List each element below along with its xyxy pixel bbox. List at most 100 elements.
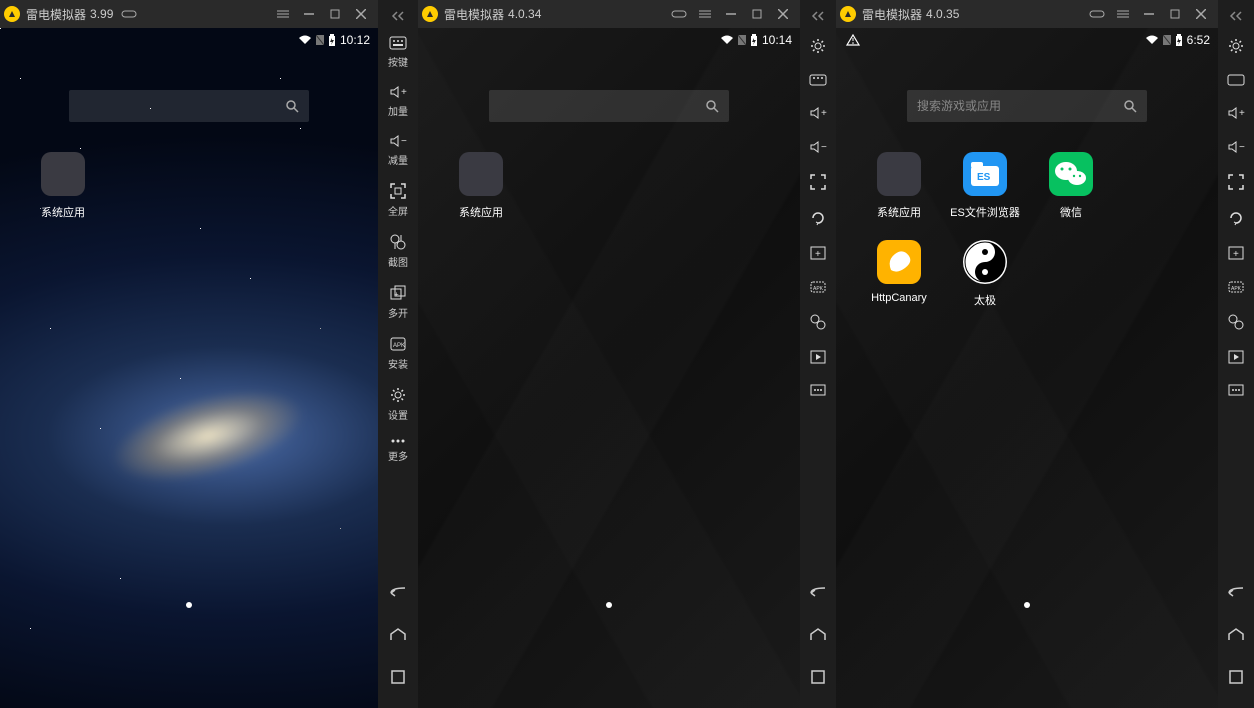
toolbar-sidebar: 按键 +加量 −减量 全屏 截图 +多开 APK安装 设置 更多 bbox=[378, 0, 418, 708]
sysapp-icon bbox=[877, 152, 921, 196]
nav-home-icon[interactable] bbox=[800, 614, 836, 656]
svg-text:−: − bbox=[1239, 142, 1245, 153]
side-screenshot[interactable]: 截图 bbox=[378, 226, 418, 277]
side-play[interactable] bbox=[1218, 340, 1254, 374]
search-icon[interactable] bbox=[285, 99, 299, 113]
nav-recent-icon[interactable] bbox=[378, 656, 418, 698]
toolbar-sidebar: + − + APK bbox=[1218, 0, 1254, 708]
side-more[interactable]: 更多 bbox=[378, 430, 418, 471]
side-settings[interactable] bbox=[1218, 28, 1254, 64]
search-input[interactable] bbox=[917, 99, 1123, 113]
side-volup[interactable]: +加量 bbox=[378, 77, 418, 126]
gamepad-icon[interactable] bbox=[666, 4, 692, 24]
battery-icon bbox=[750, 34, 758, 46]
side-keys[interactable] bbox=[1218, 64, 1254, 96]
sysapp-icon bbox=[459, 152, 503, 196]
collapse-icon[interactable] bbox=[800, 4, 836, 28]
side-install[interactable]: APK安装 bbox=[378, 328, 418, 379]
nav-back-icon[interactable] bbox=[1218, 572, 1254, 614]
side-volup[interactable]: + bbox=[800, 96, 836, 130]
maximize-icon[interactable] bbox=[1162, 4, 1188, 24]
close-icon[interactable] bbox=[770, 4, 796, 24]
app-taiji[interactable]: 太极 bbox=[942, 240, 1028, 308]
emulator-screen[interactable]: 6:52 系统应用 ES ES文件浏览器 微信 bbox=[836, 28, 1218, 708]
nav-home-icon[interactable] bbox=[1218, 614, 1254, 656]
side-settings[interactable]: 设置 bbox=[378, 379, 418, 430]
search-bar[interactable] bbox=[489, 90, 729, 122]
menu-icon[interactable] bbox=[1110, 4, 1136, 24]
close-icon[interactable] bbox=[1188, 4, 1214, 24]
app-httpcanary[interactable]: HttpCanary bbox=[856, 240, 942, 308]
menu-icon[interactable] bbox=[692, 4, 718, 24]
maximize-icon[interactable] bbox=[744, 4, 770, 24]
side-voldown[interactable]: −减量 bbox=[378, 126, 418, 175]
nav-recent-icon[interactable] bbox=[1218, 656, 1254, 698]
status-time: 10:14 bbox=[762, 33, 792, 47]
search-bar[interactable] bbox=[907, 90, 1147, 122]
app-logo-icon bbox=[422, 6, 438, 22]
gamepad-icon[interactable] bbox=[121, 9, 137, 19]
nav-back-icon[interactable] bbox=[800, 572, 836, 614]
svg-text:+: + bbox=[815, 249, 821, 260]
side-apk[interactable]: APK bbox=[800, 270, 836, 304]
app-label: ES文件浏览器 bbox=[950, 204, 1020, 220]
side-fullscreen[interactable] bbox=[1218, 164, 1254, 200]
side-screenshot[interactable] bbox=[800, 304, 836, 340]
side-more[interactable] bbox=[1218, 374, 1254, 406]
app-es-explorer[interactable]: ES ES文件浏览器 bbox=[942, 152, 1028, 220]
side-volup[interactable]: + bbox=[1218, 96, 1254, 130]
side-multi[interactable]: +多开 bbox=[378, 277, 418, 328]
svg-text:APK: APK bbox=[393, 343, 405, 349]
side-keys[interactable] bbox=[800, 64, 836, 96]
side-voldown[interactable]: − bbox=[1218, 130, 1254, 164]
side-screenshot[interactable] bbox=[1218, 304, 1254, 340]
nav-home-icon[interactable] bbox=[378, 614, 418, 656]
svg-text:−: − bbox=[821, 142, 827, 153]
svg-text:APK: APK bbox=[813, 286, 824, 292]
side-apk[interactable]: APK bbox=[1218, 270, 1254, 304]
emulator-screen[interactable]: 10:14 系统应用 bbox=[418, 28, 800, 708]
minimize-icon[interactable] bbox=[718, 4, 744, 24]
search-icon[interactable] bbox=[1123, 99, 1137, 113]
app-wechat[interactable]: 微信 bbox=[1028, 152, 1114, 220]
search-input[interactable] bbox=[499, 99, 705, 113]
minimize-icon[interactable] bbox=[1136, 4, 1162, 24]
collapse-icon[interactable] bbox=[1218, 4, 1254, 28]
maximize-icon[interactable] bbox=[322, 4, 348, 24]
app-title: 雷电模拟器 bbox=[444, 6, 504, 23]
taiji-icon bbox=[963, 240, 1007, 284]
app-grid: 系统应用 bbox=[418, 122, 800, 240]
menu-icon[interactable] bbox=[270, 4, 296, 24]
side-keys[interactable]: 按键 bbox=[378, 28, 418, 77]
app-sysapp[interactable]: 系统应用 bbox=[438, 152, 524, 220]
search-input[interactable] bbox=[79, 99, 285, 113]
collapse-icon[interactable] bbox=[378, 4, 418, 28]
search-bar[interactable] bbox=[69, 90, 309, 122]
side-voldown[interactable]: − bbox=[800, 130, 836, 164]
side-addwin[interactable]: + bbox=[800, 236, 836, 270]
svg-text:−: − bbox=[401, 136, 407, 147]
side-more[interactable] bbox=[800, 374, 836, 406]
search-icon[interactable] bbox=[705, 99, 719, 113]
app-label: 系统应用 bbox=[459, 204, 503, 220]
side-play[interactable] bbox=[800, 340, 836, 374]
side-rotate[interactable] bbox=[800, 200, 836, 236]
app-sysapp[interactable]: 系统应用 bbox=[856, 152, 942, 220]
emulator-screen[interactable]: 10:12 系统应用 bbox=[0, 28, 378, 708]
gamepad-icon[interactable] bbox=[1084, 4, 1110, 24]
app-label: 系统应用 bbox=[41, 204, 85, 220]
titlebar: 雷电模拟器 4.0.35 bbox=[836, 0, 1218, 28]
side-settings[interactable] bbox=[800, 28, 836, 64]
app-logo-icon bbox=[4, 6, 20, 22]
app-version: 3.99 bbox=[90, 7, 113, 21]
nav-recent-icon[interactable] bbox=[800, 656, 836, 698]
side-fullscreen[interactable]: 全屏 bbox=[378, 175, 418, 226]
nav-back-icon[interactable] bbox=[378, 572, 418, 614]
app-version: 4.0.35 bbox=[926, 7, 959, 21]
app-sysapp[interactable]: 系统应用 bbox=[20, 152, 106, 220]
side-rotate[interactable] bbox=[1218, 200, 1254, 236]
minimize-icon[interactable] bbox=[296, 4, 322, 24]
side-fullscreen[interactable] bbox=[800, 164, 836, 200]
close-icon[interactable] bbox=[348, 4, 374, 24]
side-addwin[interactable]: + bbox=[1218, 236, 1254, 270]
